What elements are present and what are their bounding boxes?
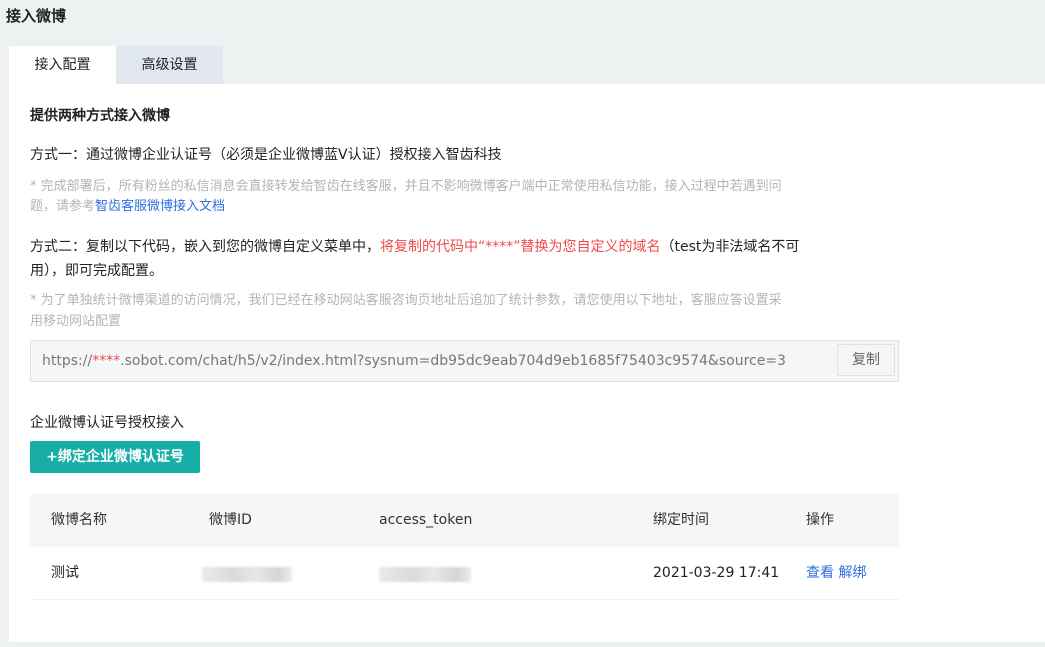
url-prefix: https:// — [42, 353, 93, 369]
bind-account-button[interactable]: +绑定企业微博认证号 — [30, 441, 200, 473]
method2-note-line1: * 为了单独统计微博渠道的访问情况，我们已经在移动网站客服咨询页地址后追加了统计… — [30, 293, 782, 308]
method2-suffix: （test为非法域名不可 — [660, 239, 800, 255]
tab-bar: 接入配置 高级设置 — [9, 46, 223, 84]
row-actions: 查看 解绑 — [806, 547, 866, 600]
method2-highlight: 将复制的代码中“****”替换为您自定义的域名 — [380, 239, 661, 255]
copy-button[interactable]: 复制 — [837, 344, 895, 376]
row-bind-time: 2021-03-29 17:41 — [653, 565, 780, 581]
config-panel: 提供两种方式接入微博 方式一：通过微博企业认证号（必须是企业微博蓝V认证）授权接… — [9, 84, 1045, 642]
header-actions: 操作 — [806, 512, 834, 528]
bound-accounts-table: 微博名称 微博ID access_token 绑定时间 操作 测试 2021-0… — [30, 494, 899, 600]
tab-access-config[interactable]: 接入配置 — [9, 46, 116, 84]
table-row: 测试 2021-03-29 17:41 查看 解绑 — [30, 547, 899, 600]
url-masked: **** — [92, 353, 121, 369]
method2-note-line2: 用移动网站配置 — [30, 314, 122, 329]
page-title: 接入微博 — [6, 7, 67, 25]
header-weibo-id: 微博ID — [209, 512, 252, 528]
tab-advanced-settings[interactable]: 高级设置 — [116, 46, 223, 84]
url-text[interactable]: https://****.sobot.com/chat/h5/v2/index.… — [42, 353, 786, 369]
row-access-token-redacted — [379, 567, 471, 582]
url-box: https://****.sobot.com/chat/h5/v2/index.… — [30, 340, 899, 382]
header-bind-time: 绑定时间 — [653, 512, 709, 528]
intro-heading: 提供两种方式接入微博 — [30, 108, 170, 124]
section2-title: 企业微博认证号授权接入 — [30, 415, 184, 431]
method2-line2: 用），即可完成配置。 — [30, 263, 163, 279]
row-weibo-id-redacted — [202, 567, 292, 582]
method2-prefix: 方式二：复制以下代码，嵌入到您的微博自定义菜单中， — [30, 239, 380, 255]
doc-link[interactable]: 智齿客服微博接入文档 — [95, 199, 225, 214]
url-rest: .sobot.com/chat/h5/v2/index.html?sysnum=… — [120, 353, 786, 369]
row-weibo-name: 测试 — [51, 565, 79, 581]
method1-note-line1: * 完成部署后，所有粉丝的私信消息会直接转发给智齿在线客服，并且不影响微博客户端… — [30, 179, 782, 194]
view-link[interactable]: 查看 — [806, 565, 834, 581]
method2-line1: 方式二：复制以下代码，嵌入到您的微博自定义菜单中，将复制的代码中“****”替换… — [30, 236, 799, 256]
method1-note-line2: 题，请参考智齿客服微博接入文档 — [30, 195, 225, 214]
method1-note-prefix: 题，请参考 — [30, 199, 96, 214]
method1-title: 方式一：通过微博企业认证号（必须是企业微博蓝V认证）授权接入智齿科技 — [30, 147, 502, 163]
table-header: 微博名称 微博ID access_token 绑定时间 操作 — [30, 494, 899, 547]
header-access-token: access_token — [379, 512, 473, 528]
header-weibo-name: 微博名称 — [51, 512, 107, 528]
unbind-link[interactable]: 解绑 — [838, 565, 866, 581]
